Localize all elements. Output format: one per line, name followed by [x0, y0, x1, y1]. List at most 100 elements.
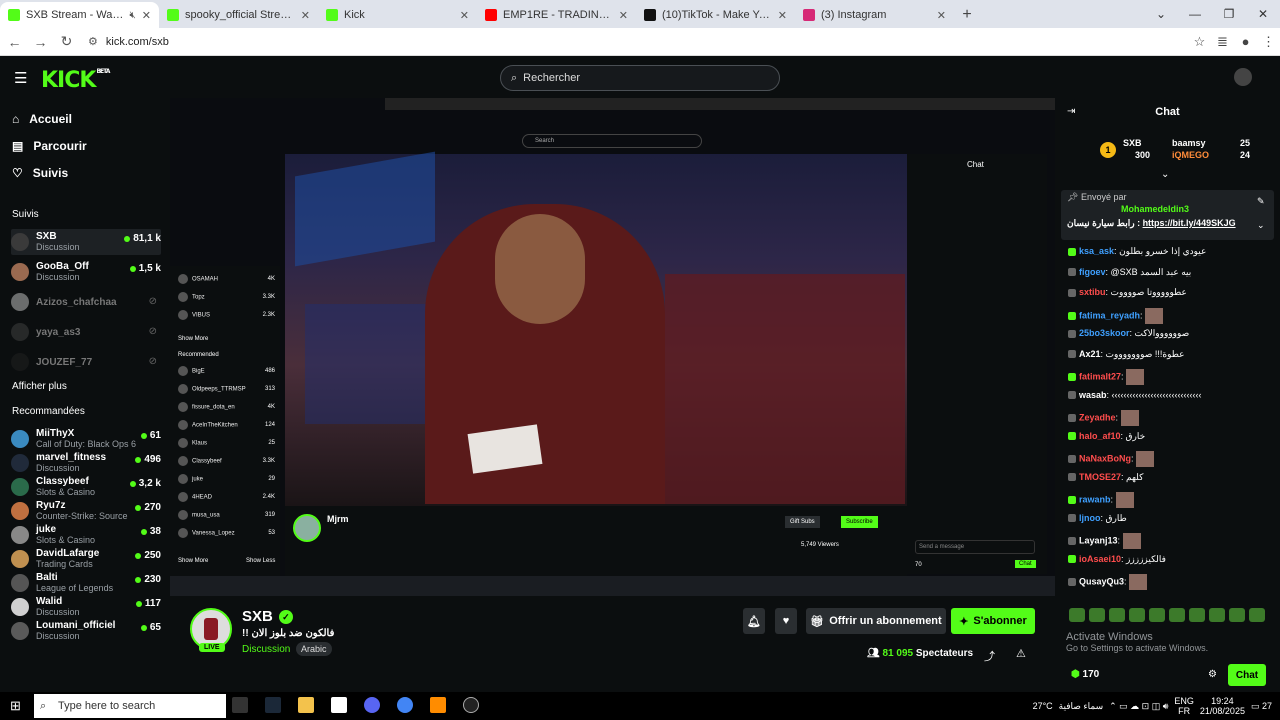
maximize-button[interactable]: ❐: [1212, 0, 1246, 28]
follow-heart-button[interactable]: ♥: [775, 608, 797, 634]
chat-username[interactable]: NaNaxBoNg: [1079, 453, 1131, 463]
nav-home[interactable]: ⌂ Accueil: [12, 112, 72, 126]
bookmark-star-icon[interactable]: ☆: [1188, 34, 1211, 50]
share-icon[interactable]: ⤴: [984, 648, 995, 664]
sidebar-channel[interactable]: Balti League of Legends 230: [11, 570, 161, 596]
sidebar-channel[interactable]: Classybeef Slots & Casino 3,2 k: [11, 474, 161, 500]
search-icon: ⌕: [511, 71, 518, 84]
steam-icon[interactable]: [265, 697, 281, 713]
reload-icon[interactable]: ↻: [55, 33, 78, 50]
forward-icon[interactable]: →: [29, 34, 52, 50]
site-info-icon[interactable]: ⚙: [88, 35, 98, 48]
tab-close-icon[interactable]: ✕: [937, 9, 946, 22]
chat-username[interactable]: ksa_ask: [1079, 246, 1114, 256]
subscribe-button[interactable]: ✦ S'abonner: [951, 608, 1035, 634]
kick-logo[interactable]: KICKBETA: [41, 68, 110, 93]
pinned-expand-icon[interactable]: ⌄: [1257, 220, 1265, 231]
pinned-link[interactable]: https://bit.ly/449SKJG: [1143, 218, 1236, 228]
url-field[interactable]: ⚙ kick.com/sxb: [88, 30, 1188, 53]
sidebar-channel[interactable]: Azizos_chafchaa ⊘: [11, 289, 161, 315]
sidebar-channel[interactable]: MiiThyX Call of Duty: Black Ops 6 61: [11, 426, 161, 452]
hamburger-menu-icon[interactable]: ☰: [14, 69, 27, 87]
send-chat-button[interactable]: Chat: [1228, 664, 1266, 686]
streamer-name[interactable]: SXB: [242, 608, 273, 625]
collapse-chat-icon[interactable]: ⇥: [1067, 106, 1075, 117]
notification-bell-button[interactable]: 🔔︎: [743, 608, 765, 634]
user-avatar[interactable]: [1234, 68, 1252, 86]
discord-icon[interactable]: [364, 697, 380, 713]
chat-username[interactable]: fatima_reyadh: [1079, 310, 1140, 320]
chat-username[interactable]: Layanj13: [1079, 535, 1118, 545]
app-icon[interactable]: [430, 697, 446, 713]
clock[interactable]: 19:24 21/08/2025: [1200, 696, 1245, 716]
chat-username[interactable]: halo_af10: [1079, 431, 1121, 441]
chat-username[interactable]: ljnoo: [1079, 513, 1101, 523]
browser-tab[interactable]: SXB Stream - Watch Live on 🔇︎ ✕: [0, 2, 159, 28]
badge-icon: [1068, 329, 1076, 338]
nav-following[interactable]: ♡ Suivis: [12, 166, 68, 180]
pinned-message[interactable]: 📌︎ Envoyé par Mohamedeldin3 رابط سيارة ن…: [1061, 190, 1274, 240]
notification-center[interactable]: ▭ 27: [1251, 701, 1272, 712]
taskbar-search[interactable]: ⌕ Type here to search: [34, 694, 226, 718]
sidebar-channel[interactable]: Loumani_officiel Discussion 65: [11, 618, 161, 644]
task-view-icon[interactable]: [232, 697, 248, 713]
tab-audio-icon[interactable]: 🔇︎: [129, 10, 135, 21]
chat-username[interactable]: rawanb: [1079, 494, 1111, 504]
reading-list-icon[interactable]: ≣: [1211, 34, 1234, 50]
sidebar-channel[interactable]: juke Slots & Casino 38: [11, 522, 161, 548]
chat-username[interactable]: sxtibu: [1079, 287, 1106, 297]
nav-browse[interactable]: ▤ Parcourir: [12, 139, 87, 153]
browser-tab[interactable]: (10)TikTok - Make Your Day ✕: [636, 2, 795, 28]
file-explorer-icon[interactable]: [298, 697, 314, 713]
sidebar-channel[interactable]: marvel_fitness Discussion 496: [11, 450, 161, 476]
chat-username[interactable]: figoev: [1079, 267, 1106, 277]
tab-close-icon[interactable]: ✕: [301, 9, 310, 22]
gift-subscription-button[interactable]: 🎁︎ Offrir un abonnement: [806, 608, 946, 634]
browser-tab[interactable]: EMP1RE - TRADING (Official M ✕: [477, 2, 636, 28]
unpin-icon[interactable]: ✎: [1257, 196, 1265, 207]
sidebar-channel[interactable]: JOUZEF_77 ⊘: [11, 349, 161, 375]
chat-username[interactable]: ioAsaei10: [1079, 554, 1121, 564]
browser-tab[interactable]: spooky_official Stream - Watch ✕: [159, 2, 318, 28]
back-icon[interactable]: ←: [3, 34, 26, 50]
new-tab-button[interactable]: +: [954, 2, 980, 28]
tab-close-icon[interactable]: ✕: [619, 9, 628, 22]
expand-leaderboard-icon[interactable]: ⌄: [1161, 169, 1169, 180]
report-icon[interactable]: ⚠: [1016, 647, 1026, 660]
chat-username[interactable]: fatimalt27: [1079, 371, 1121, 381]
sidebar-channel[interactable]: Ryu7z Counter-Strike: Source 270: [11, 498, 161, 524]
chat-username[interactable]: QusayQu3: [1079, 576, 1124, 586]
video-player[interactable]: Search OSAMAH 4K Topz 3.3K VIBUS 2.3K BigE 486 O…: [170, 98, 1055, 596]
chrome-icon[interactable]: [397, 697, 413, 713]
menu-kebab-icon[interactable]: ⋮: [1257, 34, 1280, 50]
windows-start-icon[interactable]: ⊞: [10, 698, 21, 714]
sidebar-channel[interactable]: yaya_as3 ⊘: [11, 319, 161, 345]
sidebar-channel[interactable]: SXB Discussion 81,1 k: [11, 229, 161, 255]
tab-search-icon[interactable]: ⌄: [1144, 0, 1178, 28]
language-indicator[interactable]: ENG FR: [1174, 696, 1194, 716]
chat-username[interactable]: Ax21: [1079, 349, 1101, 359]
tab-close-icon[interactable]: ✕: [778, 9, 787, 22]
chat-username[interactable]: TMOSE27: [1079, 472, 1121, 482]
tray-icons[interactable]: ⌃ ▭ ☁ ⊡ ◫ 🔊︎: [1109, 701, 1168, 712]
chat-username[interactable]: wasab: [1079, 390, 1107, 400]
browser-tab[interactable]: Kick ✕: [318, 2, 477, 28]
stream-tag[interactable]: Arabic: [296, 642, 332, 656]
obs-icon[interactable]: [463, 697, 479, 713]
minimize-button[interactable]: —: [1178, 0, 1212, 28]
sidebar-channel[interactable]: GooBa_Off Discussion 1,5 k: [11, 259, 161, 285]
browser-tab[interactable]: (3) Instagram ✕: [795, 2, 954, 28]
chat-settings-icon[interactable]: ⚙: [1208, 669, 1217, 680]
show-more-link[interactable]: Afficher plus: [12, 381, 67, 392]
profile-avatar[interactable]: ●: [1234, 34, 1257, 49]
calendar-icon[interactable]: [331, 697, 347, 713]
search-input[interactable]: ⌕ Rechercher: [500, 65, 780, 91]
close-window-button[interactable]: ✕: [1246, 0, 1280, 28]
stream-category[interactable]: Discussion: [242, 644, 290, 655]
chat-username[interactable]: 25bo3skoor: [1079, 328, 1130, 338]
sidebar-channel[interactable]: DavidLafarge Trading Cards 250: [11, 546, 161, 572]
chat-username[interactable]: Zeyadhe: [1079, 412, 1116, 422]
sidebar-channel[interactable]: Walid Discussion 117: [11, 594, 161, 620]
tab-close-icon[interactable]: ✕: [460, 9, 469, 22]
tab-close-icon[interactable]: ✕: [142, 9, 151, 22]
